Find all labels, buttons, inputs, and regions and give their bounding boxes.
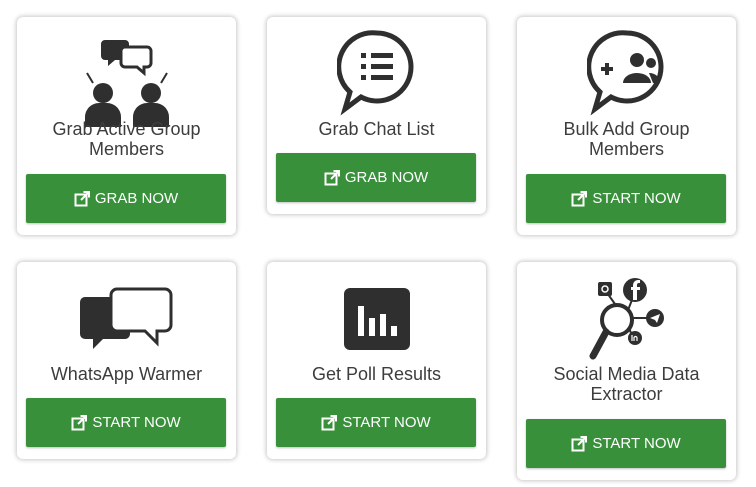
card-grab-active-group-members: Grab Active Group Members GRAB NOW bbox=[17, 17, 236, 235]
external-link-icon bbox=[571, 190, 588, 207]
start-now-button[interactable]: START NOW bbox=[526, 174, 726, 223]
start-now-button[interactable]: START NOW bbox=[276, 398, 476, 447]
button-label: START NOW bbox=[342, 414, 431, 431]
external-link-icon bbox=[571, 435, 588, 452]
external-link-icon bbox=[321, 414, 338, 431]
add-group-icon bbox=[517, 27, 736, 117]
card-bulk-add-group-members: Bulk Add Group Members START NOW bbox=[517, 17, 736, 235]
social-extractor-icon bbox=[517, 276, 736, 362]
chat-bubbles-icon bbox=[17, 287, 236, 355]
card-title: Get Poll Results bbox=[311, 364, 442, 384]
button-label: START NOW bbox=[592, 190, 681, 207]
external-link-icon bbox=[74, 190, 90, 207]
external-link-icon bbox=[71, 414, 88, 431]
group-chat-icon bbox=[17, 35, 236, 127]
card-title: Grab Active Group Members bbox=[52, 119, 201, 159]
button-label: START NOW bbox=[92, 414, 181, 431]
start-now-button[interactable]: START NOW bbox=[526, 419, 726, 468]
start-now-button[interactable]: START NOW bbox=[26, 398, 226, 447]
button-label: START NOW bbox=[592, 435, 681, 452]
card-title: Social Media Data Extractor bbox=[553, 364, 700, 404]
grab-now-button[interactable]: GRAB NOW bbox=[276, 153, 476, 202]
card-whatsapp-warmer: WhatsApp Warmer START NOW bbox=[17, 262, 236, 459]
card-title: Bulk Add Group Members bbox=[563, 119, 690, 159]
button-label: GRAB NOW bbox=[94, 190, 179, 207]
card-grab-chat-list: Grab Chat List GRAB NOW bbox=[267, 17, 486, 214]
external-link-icon bbox=[324, 169, 340, 186]
chat-list-icon bbox=[267, 27, 486, 117]
button-label: GRAB NOW bbox=[344, 169, 429, 186]
bar-chart-icon bbox=[267, 288, 486, 350]
card-social-media-data-extractor: Social Media Data Extractor START NOW bbox=[517, 262, 736, 480]
grab-now-button[interactable]: GRAB NOW bbox=[26, 174, 226, 223]
card-title: WhatsApp Warmer bbox=[50, 364, 203, 384]
card-title: Grab Chat List bbox=[318, 119, 435, 139]
card-get-poll-results: Get Poll Results START NOW bbox=[267, 262, 486, 459]
